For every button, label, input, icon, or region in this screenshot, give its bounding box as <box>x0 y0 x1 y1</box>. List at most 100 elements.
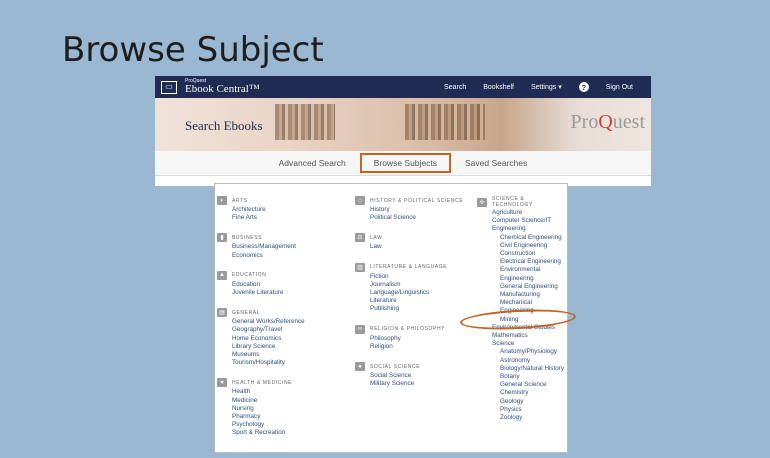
category-header: ▥ LITERATURE & LANGUAGE <box>355 262 463 272</box>
category-title: HISTORY & POLITICAL SCIENCE <box>370 197 464 204</box>
subject-link[interactable]: Sport & Recreation <box>217 429 305 437</box>
proquest-logo: ProQuest <box>570 111 645 133</box>
subject-link[interactable]: Economics <box>217 252 305 260</box>
subject-link[interactable]: Geology <box>477 398 567 406</box>
category-title: GENERAL <box>232 309 261 316</box>
subject-link[interactable]: Zoology <box>477 414 567 422</box>
subject-link[interactable]: Juvenile Literature <box>217 289 305 297</box>
subject-link[interactable]: Engineering <box>477 225 567 233</box>
heart-icon: ♥ <box>217 378 227 388</box>
graduation-cap-icon: ▲ <box>217 270 227 280</box>
category-title: EDUCATION <box>232 272 267 279</box>
nav-bookshelf[interactable]: Bookshelf <box>483 84 514 91</box>
top-navbar: ▭ ProQuest Ebook Central™ Search Bookshe… <box>155 76 651 98</box>
subject-category: ▲ EDUCATION Education Juvenile Literature <box>217 270 305 297</box>
subject-column: ◐ ARTS Architecture Fine Arts ▮ BUSINESS Busin… <box>217 196 305 449</box>
subject-link[interactable]: Health <box>217 388 305 396</box>
subject-category: ⌂ HISTORY & POLITICAL SCIENCE History Polit… <box>355 196 463 222</box>
subject-category: ▤ GENERAL General Works/Reference Geography… <box>217 308 305 367</box>
subject-category: ● SOCIAL SCIENCE Social Science Military Sc… <box>355 362 463 388</box>
slide-title: Browse Subject <box>62 30 324 70</box>
category-header: ⌂ HISTORY & POLITICAL SCIENCE <box>355 196 463 205</box>
category-title: ARTS <box>232 197 248 204</box>
bookshelf-image <box>275 104 335 140</box>
subject-link[interactable]: Electrical Engineering <box>477 258 567 266</box>
brand-logo[interactable]: ProQuest Ebook Central™ <box>185 79 260 95</box>
subject-link[interactable]: Political Science <box>355 214 463 222</box>
subject-link[interactable]: General Science <box>477 381 567 389</box>
tab-browse-subjects[interactable]: Browse Subjects <box>359 153 452 173</box>
category-header: ♥ HEALTH & MEDICINE <box>217 378 305 388</box>
subject-column: ⌂ HISTORY & POLITICAL SCIENCE History Polit… <box>355 196 463 399</box>
subject-category: ◐ ARTS Architecture Fine Arts <box>217 196 305 222</box>
subject-link[interactable]: Agriculture <box>477 209 567 217</box>
subject-link[interactable]: Computer Science/IT <box>477 217 567 225</box>
subject-link[interactable]: Science <box>477 340 567 348</box>
subject-link[interactable]: Journalism <box>355 281 463 289</box>
subject-link[interactable]: Literature <box>355 297 463 305</box>
nav-links: Search Bookshelf Settings ▾ ? Sign Out <box>444 76 633 98</box>
subject-link[interactable]: Law <box>355 243 463 251</box>
subject-link[interactable]: Anatomy/Physiology <box>477 348 567 356</box>
subject-link[interactable]: Medicine <box>217 397 305 405</box>
subject-category: ▥ LITERATURE & LANGUAGE Fiction Journalism L… <box>355 262 463 314</box>
subject-link[interactable]: Home Economics <box>217 335 305 343</box>
tab-saved-searches[interactable]: Saved Searches <box>451 158 541 168</box>
subject-link[interactable]: Social Science <box>355 372 463 380</box>
subject-link[interactable]: Fine Arts <box>217 214 305 222</box>
subject-link[interactable]: Physics <box>477 406 567 414</box>
people-icon: ● <box>355 362 365 372</box>
subject-link[interactable]: Mathematics <box>477 332 567 340</box>
subject-link[interactable]: Education <box>217 281 305 289</box>
category-header: ▮ BUSINESS <box>217 233 305 243</box>
open-book-icon[interactable]: ▭ <box>161 80 177 94</box>
subject-link[interactable]: Psychology <box>217 421 305 429</box>
subject-category: ▮ BUSINESS Business/Management Economics <box>217 233 305 259</box>
chart-icon: ▮ <box>217 233 227 243</box>
subject-link[interactable]: Construction <box>477 250 567 258</box>
category-title: BUSINESS <box>232 234 263 241</box>
subject-link[interactable]: Tourism/Hospitality <box>217 359 305 367</box>
subject-link[interactable]: Library Science <box>217 343 305 351</box>
subject-link[interactable]: Environmental Engineering <box>477 266 567 282</box>
nav-sign-out[interactable]: Sign Out <box>606 84 633 91</box>
tab-advanced-search[interactable]: Advanced Search <box>265 158 360 168</box>
subject-link[interactable]: Business/Management <box>217 243 305 251</box>
search-banner: Search Ebooks ProQuest <box>155 98 651 151</box>
subject-link[interactable]: Botany <box>477 373 567 381</box>
subject-link[interactable]: General Works/Reference <box>217 318 305 326</box>
subject-link[interactable]: Fiction <box>355 273 463 281</box>
subject-link[interactable]: Astronomy <box>477 357 567 365</box>
category-header: ∞ RELIGION & PHILOSOPHY <box>355 324 463 334</box>
subject-link[interactable]: Chemical Engineering <box>477 234 567 242</box>
category-header: ▤ GENERAL <box>217 308 305 318</box>
brand-name: Ebook Central™ <box>185 83 260 95</box>
subject-link[interactable]: Pharmacy <box>217 413 305 421</box>
subject-link[interactable]: Philosophy <box>355 335 463 343</box>
subject-link[interactable]: Architecture <box>217 206 305 214</box>
subject-link[interactable]: Chemistry <box>477 389 567 397</box>
nav-search[interactable]: Search <box>444 84 466 91</box>
category-title: LAW <box>370 234 383 241</box>
subject-link[interactable]: Geography/Travel <box>217 326 305 334</box>
subject-link[interactable]: Museums <box>217 351 305 359</box>
subject-link[interactable]: Publishing <box>355 305 463 313</box>
subject-link[interactable]: General Engineering <box>477 283 567 291</box>
nav-settings[interactable]: Settings ▾ <box>531 83 562 91</box>
category-title: RELIGION & PHILOSOPHY <box>370 326 446 333</box>
subject-link[interactable]: History <box>355 206 463 214</box>
ebook-central-app: ▭ ProQuest Ebook Central™ Search Bookshe… <box>155 76 651 186</box>
category-title: SCIENCE & TECHNOLOGY <box>491 196 533 208</box>
subject-link[interactable]: Religion <box>355 343 463 351</box>
help-icon[interactable]: ? <box>578 82 589 92</box>
subject-link[interactable]: Nursing <box>217 405 305 413</box>
palette-icon: ◐ <box>217 196 227 205</box>
category-header: ◐ ARTS <box>217 196 305 205</box>
books-icon: ▥ <box>355 262 365 272</box>
subject-link[interactable]: Civil Engineering <box>477 242 567 250</box>
subject-link[interactable]: Language/Linguistics <box>355 289 463 297</box>
subject-link[interactable]: Manufacturing <box>477 291 567 299</box>
subject-link[interactable]: Biology/Natural History <box>477 365 567 373</box>
subject-link[interactable]: Military Science <box>355 380 463 388</box>
category-header: ⚖ LAW <box>355 233 463 243</box>
